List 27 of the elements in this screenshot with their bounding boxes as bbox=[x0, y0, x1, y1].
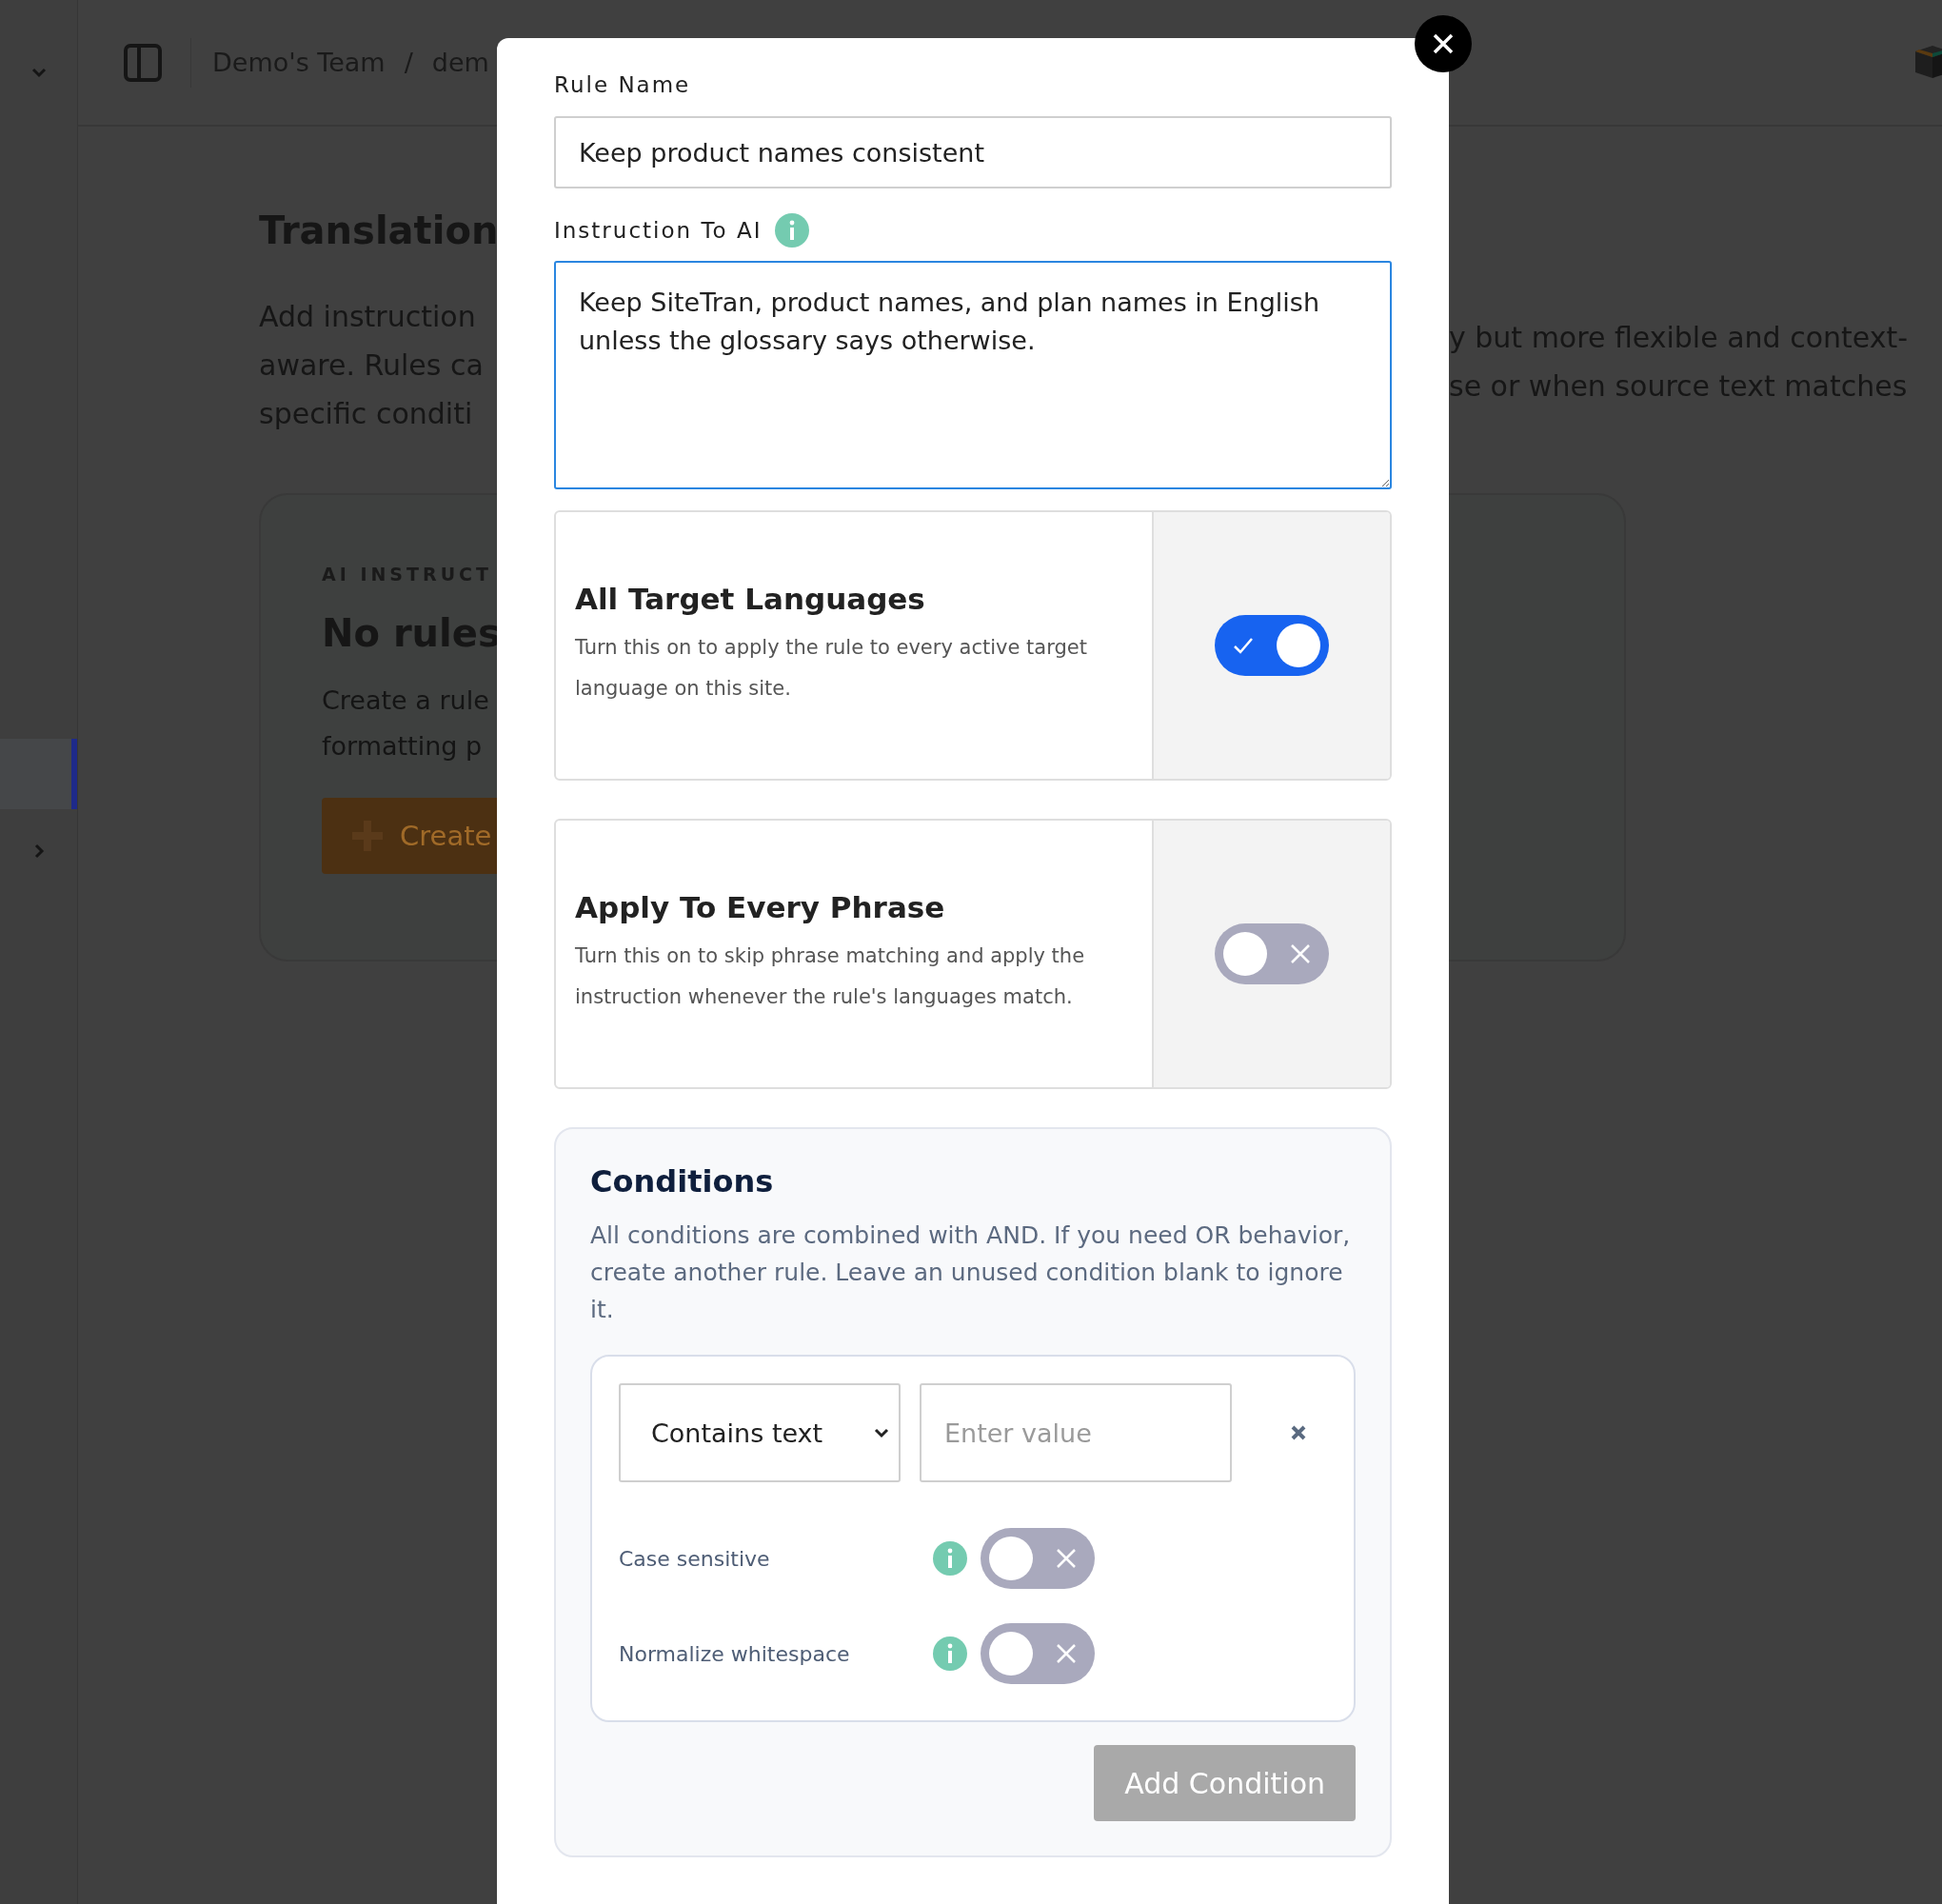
close-icon bbox=[1432, 32, 1455, 55]
option-label: Normalize whitespace bbox=[619, 1641, 851, 1666]
instruction-field[interactable]: Keep SiteTran, product names, and plan names in English unless the glossary says otherwise. bbox=[554, 261, 1392, 489]
option-label: Case sensitive bbox=[619, 1546, 771, 1571]
info-icon[interactable] bbox=[775, 213, 810, 248]
add-condition-button[interactable]: Add Condition bbox=[1094, 1745, 1356, 1821]
field-label: Rule Name bbox=[554, 72, 692, 97]
info-icon[interactable] bbox=[933, 1541, 967, 1576]
value-field[interactable]: Enter value bbox=[920, 1383, 1232, 1482]
toggle-description: Turn this on to skip phrase matching and apply the instruction whenever the rule's languages match. bbox=[575, 943, 1086, 1010]
x-icon bbox=[1055, 1547, 1078, 1570]
close-icon[interactable] bbox=[1289, 1423, 1308, 1442]
close-button[interactable] bbox=[1415, 15, 1472, 72]
x-icon bbox=[1055, 1642, 1078, 1665]
rule-name-field[interactable]: Keep product names consistent bbox=[554, 116, 1392, 188]
info-icon[interactable] bbox=[933, 1636, 967, 1671]
sidebar-toggle-icon[interactable] bbox=[124, 43, 162, 82]
sidebar-item[interactable] bbox=[0, 739, 77, 809]
toggle-description: Turn this on to apply the rule to every active target language on this site. bbox=[575, 635, 1088, 702]
breadcrumb-separator: / bbox=[404, 48, 413, 77]
toggle-title: Apply To Every Phrase bbox=[575, 890, 946, 924]
conditions-title: Conditions bbox=[590, 1163, 775, 1200]
field-label: Instruction To AI bbox=[554, 218, 763, 243]
operator-select[interactable]: Contains text bbox=[619, 1383, 901, 1482]
toggle-title: All Target Languages bbox=[575, 582, 926, 616]
conditions-description: All conditions are combined with AND. If you need OR behavior, create another rule. Leave an unused condition blank to ignore it. bbox=[590, 1220, 1352, 1325]
x-icon bbox=[1289, 942, 1312, 965]
